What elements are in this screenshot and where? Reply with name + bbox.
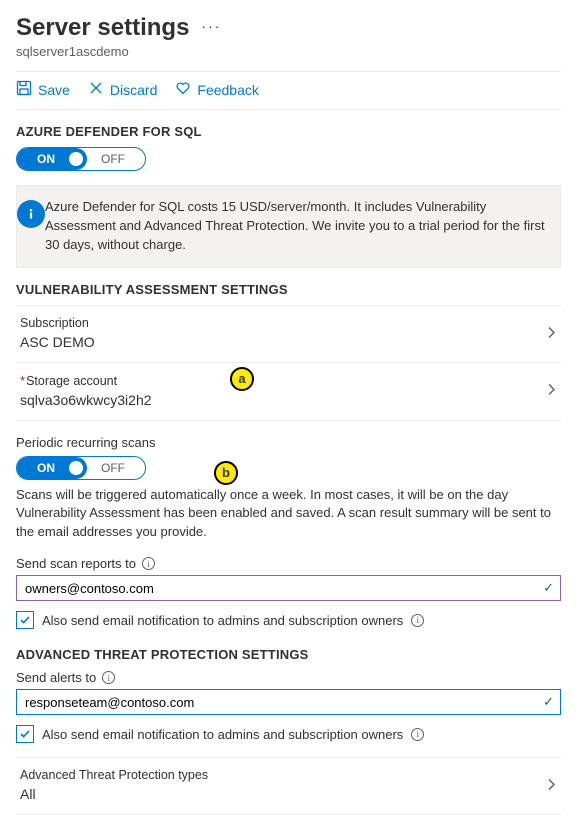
periodic-scans-label: Periodic recurring scans	[16, 435, 561, 450]
section-vuln-heading: VULNERABILITY ASSESSMENT SETTINGS	[16, 282, 561, 297]
send-reports-input[interactable]	[16, 575, 561, 601]
save-icon	[16, 80, 32, 99]
send-alerts-input[interactable]	[16, 689, 561, 715]
chevron-right-icon	[547, 777, 557, 796]
atp-types-row[interactable]: Advanced Threat Protection types All	[16, 758, 561, 814]
info-icon[interactable]: i	[102, 671, 115, 684]
annotation-a: a	[230, 367, 254, 391]
notify-admins-label: Also send email notification to admins a…	[42, 613, 403, 628]
info-icon[interactable]: i	[142, 557, 155, 570]
atp-types-label: Advanced Threat Protection types	[20, 768, 533, 782]
annotation-b: b	[214, 461, 238, 485]
more-actions-button[interactable]: ···	[201, 18, 221, 38]
info-icon	[17, 200, 45, 228]
section-atp-heading: ADVANCED THREAT PROTECTION SETTINGS	[16, 647, 561, 662]
periodic-scans-helptext: Scans will be triggered automatically on…	[16, 486, 561, 543]
atp-notify-admins-label: Also send email notification to admins a…	[42, 727, 403, 742]
atp-notify-admins-checkbox[interactable]	[16, 725, 34, 743]
page-title: Server settings	[16, 14, 189, 42]
feedback-label: Feedback	[197, 82, 258, 98]
subscription-row[interactable]: Subscription ASC DEMO	[16, 306, 561, 363]
discard-button[interactable]: Discard	[88, 80, 157, 99]
info-icon[interactable]: i	[411, 728, 424, 741]
save-button[interactable]: Save	[16, 80, 70, 99]
save-label: Save	[38, 82, 70, 98]
toggle-on-label: ON	[37, 461, 55, 475]
heart-icon	[175, 80, 191, 99]
toggle-on-label: ON	[37, 152, 55, 166]
send-alerts-label: Send alerts to	[16, 670, 96, 685]
storage-label: Storage account	[26, 374, 117, 388]
defender-toggle[interactable]: ON OFF	[16, 147, 146, 171]
storage-value: sqlva3o6wkwcy3i2h2	[20, 392, 533, 408]
subscription-label: Subscription	[20, 316, 533, 330]
chevron-right-icon	[547, 324, 557, 343]
toggle-off-label: OFF	[101, 152, 145, 166]
toggle-off-label: OFF	[101, 461, 145, 475]
atp-types-value: All	[20, 786, 533, 802]
discard-label: Discard	[110, 82, 157, 98]
chevron-right-icon	[547, 382, 557, 401]
pricing-info-banner: Azure Defender for SQL costs 15 USD/serv…	[16, 185, 561, 268]
check-icon: ✓	[543, 694, 554, 710]
command-bar: Save Discard Feedback	[16, 80, 561, 99]
check-icon: ✓	[543, 580, 554, 596]
section-defender-heading: AZURE DEFENDER FOR SQL	[16, 124, 561, 139]
close-icon	[88, 80, 104, 99]
subscription-value: ASC DEMO	[20, 334, 533, 350]
pricing-info-text: Azure Defender for SQL costs 15 USD/serv…	[45, 186, 560, 267]
feedback-button[interactable]: Feedback	[175, 80, 258, 99]
periodic-scans-toggle[interactable]: ON OFF	[16, 456, 146, 480]
send-reports-label: Send scan reports to	[16, 556, 136, 571]
server-name-subtitle: sqlserver1ascdemo	[16, 44, 561, 59]
notify-admins-checkbox[interactable]	[16, 611, 34, 629]
storage-account-row[interactable]: *Storage account sqlva3o6wkwcy3i2h2 a	[16, 363, 561, 421]
info-icon[interactable]: i	[411, 614, 424, 627]
